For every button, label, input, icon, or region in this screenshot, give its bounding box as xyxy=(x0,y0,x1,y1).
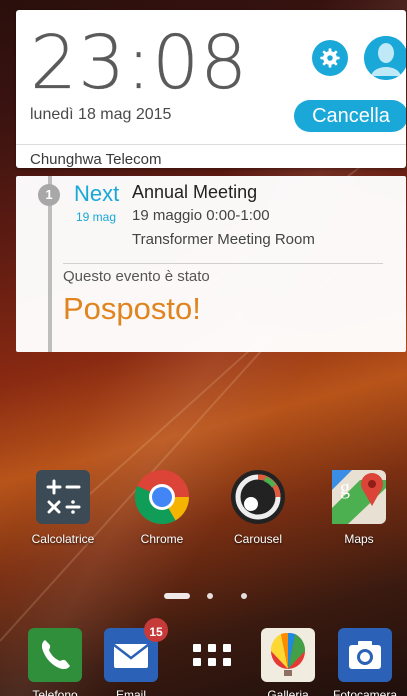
dock-app-drawer[interactable] xyxy=(183,628,241,684)
clear-button[interactable]: Cancella xyxy=(294,100,406,132)
settings-button[interactable] xyxy=(312,40,348,76)
carrier-name: Chunghwa Telecom xyxy=(30,151,162,168)
event-date: 19 mag xyxy=(76,210,117,224)
app-label: Maps xyxy=(344,532,374,546)
page-indicator-dot xyxy=(241,593,247,599)
app-carousel[interactable]: Carousel xyxy=(229,468,287,548)
app-label: Email xyxy=(115,688,146,696)
phone-icon xyxy=(28,628,82,682)
event-title: Annual Meeting xyxy=(132,182,258,202)
event-count-badge: 1 xyxy=(38,184,60,206)
app-calculator[interactable]: Calcolatrice xyxy=(32,468,94,548)
unread-count-badge: 15 xyxy=(144,618,168,642)
dock-camera[interactable]: Fotocamera xyxy=(333,626,397,696)
event-status: Posposto! xyxy=(63,291,201,326)
event-time: 19 maggio 0:00-1:00 xyxy=(132,207,270,224)
app-drawer-icon xyxy=(193,644,231,666)
gallery-icon xyxy=(261,628,315,682)
calculator-icon xyxy=(36,470,90,524)
user-avatar-icon xyxy=(364,36,406,80)
app-label: Carousel xyxy=(233,532,283,546)
carousel-icon xyxy=(231,470,285,524)
divider xyxy=(63,263,383,264)
dock-gallery[interactable]: Galleria xyxy=(259,626,317,696)
chrome-icon xyxy=(134,470,189,525)
divider xyxy=(16,144,406,145)
app-label: Fotocamera xyxy=(332,688,398,696)
camera-icon xyxy=(338,628,392,682)
app-maps[interactable]: g Maps xyxy=(330,468,388,548)
next-label: Next xyxy=(74,181,120,206)
clock: 23:08 xyxy=(30,20,249,106)
event-note: Questo evento è stato xyxy=(63,268,210,285)
event-widget[interactable]: 1 Next 19 mag Annual Meeting 19 maggio 0… xyxy=(16,176,406,352)
page-indicator-dot xyxy=(207,593,213,599)
avatar-button[interactable] xyxy=(364,36,406,80)
app-chrome[interactable]: Chrome xyxy=(133,468,191,548)
page-indicator[interactable] xyxy=(0,590,407,602)
date: lunedì 18 mag 2015 xyxy=(30,106,172,123)
app-label: Chrome xyxy=(140,532,184,546)
maps-icon: g xyxy=(332,470,386,524)
notification-card: 23:08 lunedì 18 mag 2015 Cancella Chungh… xyxy=(16,10,406,168)
svg-text:g: g xyxy=(340,477,350,499)
dock-email[interactable]: 15 Email xyxy=(102,618,168,696)
page-indicator-current xyxy=(164,593,190,599)
dock-phone[interactable]: Telefono xyxy=(26,626,84,696)
gear-icon xyxy=(320,48,340,68)
app-label: Calcolatrice xyxy=(31,532,95,546)
event-room: Transformer Meeting Room xyxy=(132,231,315,248)
